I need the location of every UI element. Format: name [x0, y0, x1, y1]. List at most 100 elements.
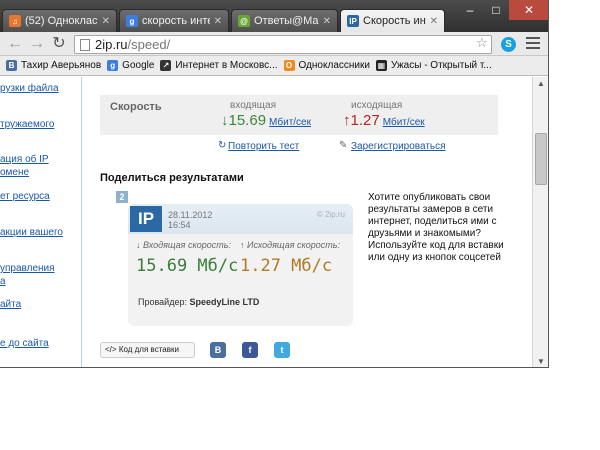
card-outgoing-speed: 1.27 Мб/с: [240, 256, 333, 276]
share-heading: Поделиться результатами: [100, 172, 244, 184]
card-incoming-speed: 15.69 Мб/с: [136, 256, 239, 276]
scroll-up-icon[interactable]: ▲: [536, 79, 546, 88]
incoming-speed: ↓15.69 Мбит/сек: [221, 112, 311, 129]
page-content: рузки файла тружаемого ация об IP омене …: [0, 77, 532, 367]
incoming-label: входящая: [230, 100, 276, 111]
skype-icon[interactable]: S: [501, 37, 516, 52]
card-provider: Провайдер: SpeedyLine LTD: [138, 297, 259, 307]
nav-link[interactable]: тружаемого: [0, 119, 54, 130]
scroll-down-icon[interactable]: ▼: [536, 357, 546, 366]
bookmark-label: Google: [122, 60, 155, 71]
tab-mailru-answers[interactable]: @ Ответы@Mail.Ru ✕: [231, 9, 338, 32]
bookmark-horror[interactable]: ▦ Ужасы - Открытый т...: [375, 60, 492, 71]
tab-2ip-speed[interactable]: IP Скорость интерн ✕: [340, 9, 445, 32]
tab-strip: ♫ (52) Одноклассни ✕ g скорость интерне …: [0, 0, 548, 34]
close-icon[interactable]: ✕: [214, 16, 222, 27]
card-incoming-label: ↓ Входящая скорость:: [136, 240, 231, 250]
bookmark-internet-moscow[interactable]: ↗ Интернет в Московс...: [160, 60, 278, 71]
window-controls: – □ ✕: [457, 0, 548, 22]
nav-link[interactable]: е до сайта: [0, 338, 49, 349]
forward-arrow-icon[interactable]: →: [28, 35, 46, 53]
film-icon: ▦: [375, 60, 387, 71]
provider-label: Провайдер:: [138, 297, 187, 307]
outgoing-value: 1.27: [350, 112, 380, 129]
nav-link[interactable]: ация об IP: [0, 154, 49, 165]
nav-link[interactable]: а: [0, 276, 6, 287]
tab-title: (52) Одноклассни: [25, 15, 98, 27]
scroll-thumb[interactable]: [535, 133, 547, 185]
maximize-icon[interactable]: □: [483, 0, 509, 20]
speed-label: Скорость: [110, 101, 162, 113]
bookmark-label: Одноклассники: [298, 60, 370, 71]
2ip-logo: IP: [130, 206, 162, 232]
url-host: 2ip.ru: [95, 37, 128, 52]
back-arrow-icon[interactable]: ←: [6, 35, 24, 53]
bookmark-odnoklassniki[interactable]: О Одноклассники: [283, 60, 370, 71]
address-bar[interactable]: 2ip.ru/speed/: [74, 35, 492, 54]
incoming-value: 15.69: [228, 112, 267, 129]
nav-link[interactable]: омене: [0, 167, 29, 178]
bookmark-label: Ужасы - Открытый т...: [390, 60, 492, 71]
menu-icon[interactable]: [526, 37, 540, 50]
close-icon[interactable]: ✕: [102, 16, 110, 27]
window-close-icon[interactable]: ✕: [509, 0, 548, 20]
tab-title: Ответы@Mail.Ru: [254, 15, 319, 27]
music-icon: ♫: [9, 15, 21, 27]
nav-link[interactable]: акции вашего: [0, 227, 63, 238]
nav-link[interactable]: управления: [0, 263, 55, 274]
vk-icon: В: [6, 60, 17, 71]
bookmarks-bar: В Тахир Аверьянов g Google ↗ Интернет в …: [0, 56, 548, 76]
card-outgoing-label: ↑ Исходящая скорость:: [240, 240, 340, 250]
mailru-answers-icon: @: [238, 15, 250, 27]
register-link[interactable]: Зарегистрироваться: [351, 141, 446, 152]
url-path: /speed/: [127, 37, 171, 52]
nav-link[interactable]: ет ресурса: [0, 191, 50, 202]
bookmark-label: Тахир Аверьянов: [21, 60, 102, 71]
embed-code-label: Код для вставки: [118, 345, 179, 354]
step-badge: 2: [116, 191, 128, 203]
close-icon[interactable]: ✕: [323, 16, 331, 27]
code-icon: </>: [105, 345, 117, 354]
outgoing-label: исходящая: [351, 100, 403, 111]
facebook-share-icon[interactable]: f: [242, 342, 258, 358]
bookmark-star-icon[interactable]: ☆: [476, 35, 488, 51]
refresh-icon: ↻: [218, 140, 227, 151]
card-header: IP 28.11.2012 16:54 © 2ip.ru: [128, 204, 353, 234]
down-arrow-icon: ↓: [221, 112, 229, 129]
odnoklassniki-icon: О: [283, 60, 295, 71]
bookmark-label: Интернет в Московс...: [175, 60, 278, 71]
card-time: 16:54: [168, 220, 191, 230]
bookmark-google[interactable]: g Google: [107, 60, 154, 71]
embed-code-button[interactable]: </> Код для вставки: [100, 342, 195, 358]
browser-window: ♫ (52) Одноклассни ✕ g скорость интерне …: [0, 0, 549, 368]
result-card[interactable]: IP 28.11.2012 16:54 © 2ip.ru ↓ Входящая …: [128, 204, 353, 326]
minimize-icon[interactable]: –: [457, 0, 483, 20]
vertical-scrollbar[interactable]: ▲ ▼: [532, 77, 548, 367]
card-watermark: © 2ip.ru: [316, 210, 345, 219]
speed-panel: Скорость входящая исходящая ↓15.69 Мбит/с…: [100, 95, 498, 135]
close-icon[interactable]: ✕: [430, 16, 438, 27]
page-icon: [80, 39, 90, 51]
tab-title: скорость интерне: [142, 15, 210, 27]
nav-link[interactable]: рузки файла: [0, 83, 59, 94]
outgoing-speed: ↑1.27 Мбит/сек: [343, 112, 425, 129]
up-arrow-icon: ↑: [343, 112, 351, 129]
site-icon: ↗: [160, 60, 172, 71]
register-icon: ✎: [339, 140, 348, 151]
browser-toolbar: ← → ↻ 2ip.ru/speed/ ☆ S: [0, 32, 548, 56]
google-icon: g: [126, 15, 138, 27]
nav-link[interactable]: айта: [0, 299, 21, 310]
outgoing-unit-link[interactable]: Мбит/сек: [383, 117, 425, 128]
tab-google-search[interactable]: g скорость интерне ✕: [119, 9, 229, 32]
vk-share-icon[interactable]: B: [210, 342, 226, 358]
left-nav: рузки файла тружаемого ация об IP омене …: [0, 77, 82, 367]
bookmark-vk[interactable]: В Тахир Аверьянов: [6, 60, 101, 71]
reload-icon[interactable]: ↻: [50, 35, 68, 53]
twitter-share-icon[interactable]: t: [274, 342, 290, 358]
provider-name: SpeedyLine LTD: [189, 297, 260, 307]
incoming-unit-link[interactable]: Мбит/сек: [269, 117, 311, 128]
retest-link[interactable]: Повторить тест: [228, 141, 299, 152]
tab-odnoklassniki[interactable]: ♫ (52) Одноклассни ✕: [2, 9, 117, 32]
card-date: 28.11.2012: [168, 210, 213, 220]
2ip-icon: IP: [347, 15, 359, 27]
